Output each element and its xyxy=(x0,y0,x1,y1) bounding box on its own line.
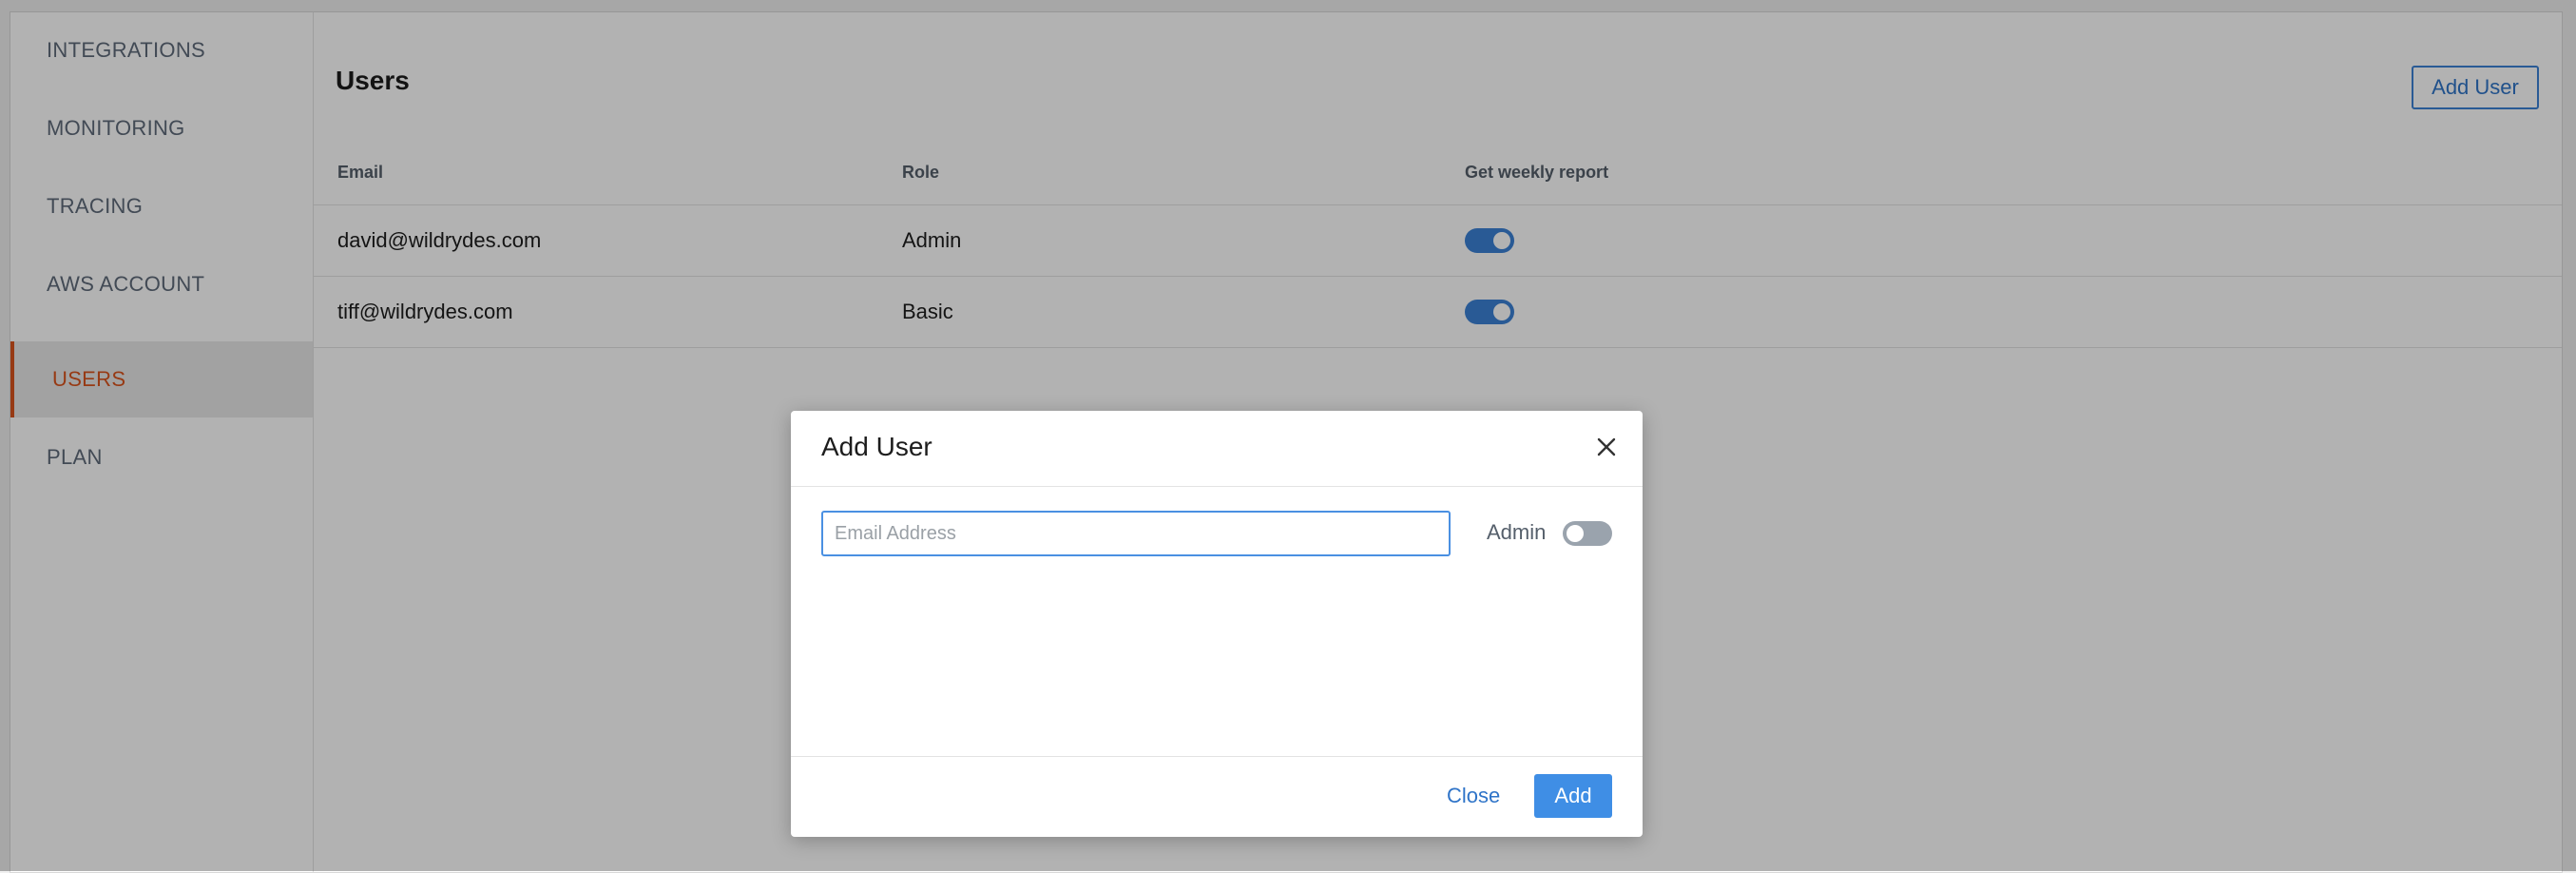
modal-footer: Close Add xyxy=(791,756,1643,837)
toggle-knob xyxy=(1565,523,1586,544)
add-user-dialog: Add User Admin Close Add xyxy=(791,411,1643,837)
add-button[interactable]: Add xyxy=(1534,774,1612,818)
email-field[interactable] xyxy=(821,511,1451,556)
admin-label: Admin xyxy=(1487,520,1547,544)
modal-title: Add User xyxy=(821,432,932,461)
modal-header: Add User xyxy=(791,411,1643,487)
close-icon[interactable] xyxy=(1589,430,1624,464)
close-button[interactable]: Close xyxy=(1435,774,1511,818)
admin-toggle[interactable] xyxy=(1563,521,1612,546)
